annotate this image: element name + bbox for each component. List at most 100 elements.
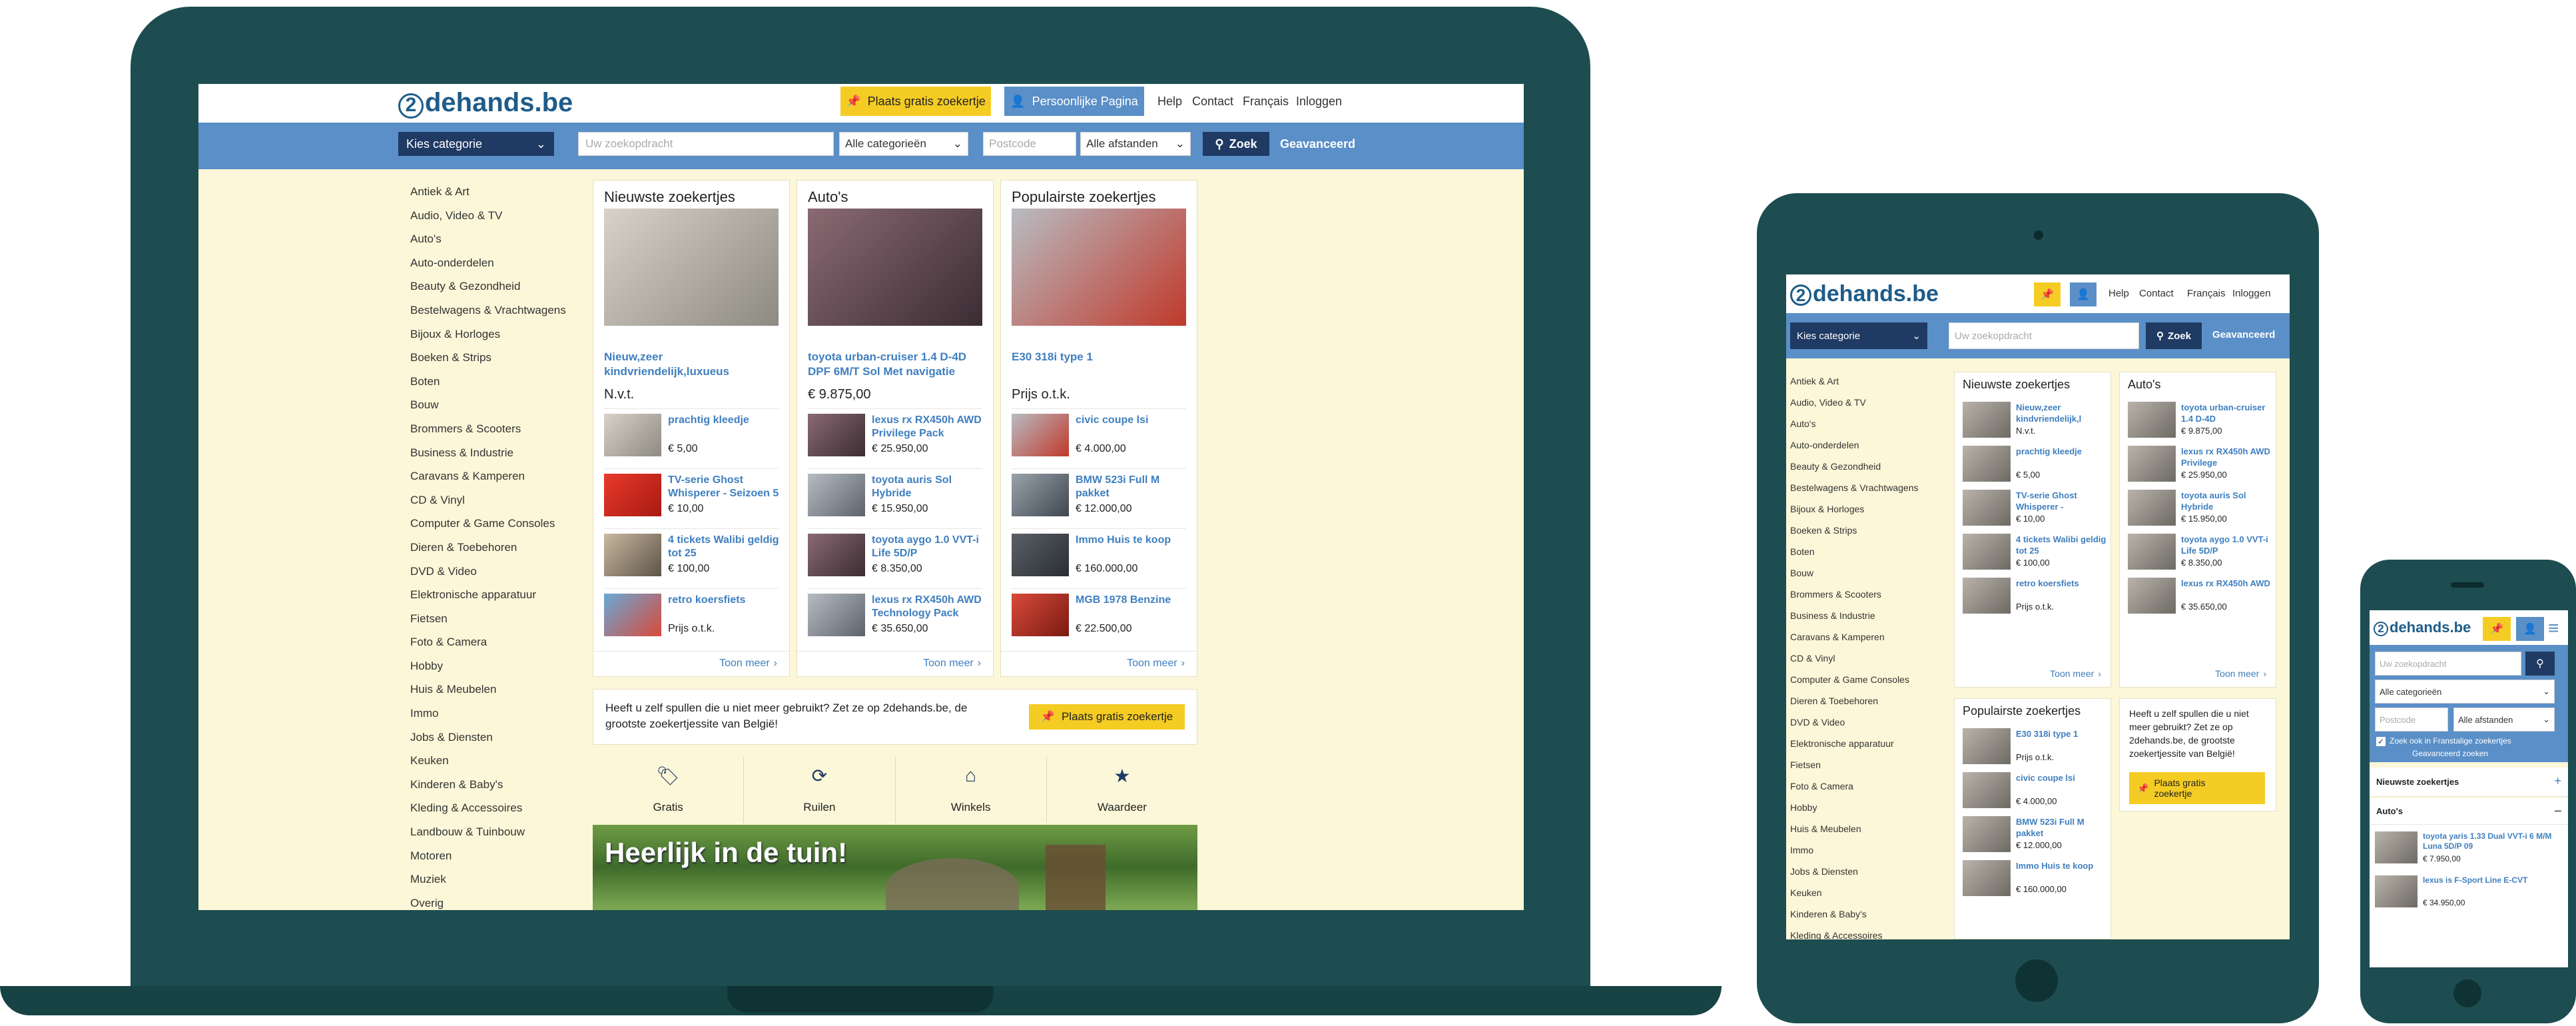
menu-icon[interactable]: ≡: [2548, 618, 2564, 638]
item-title[interactable]: toyota urban-cruiser 1.4 D-4D: [2181, 402, 2272, 424]
category-link[interactable]: Hobby: [1790, 797, 1950, 818]
category-link[interactable]: DVD & Video: [1790, 712, 1950, 733]
item-title[interactable]: retro koersfiets: [2016, 578, 2106, 589]
item-title[interactable]: Nieuw,zeer kindvriendelijk,l: [2016, 402, 2106, 424]
category-link[interactable]: Auto's: [410, 227, 597, 251]
category-link[interactable]: Bijoux & Horloges: [410, 322, 597, 346]
category-link[interactable]: Brommers & Scooters: [1790, 584, 1950, 605]
featured-image[interactable]: [604, 209, 779, 326]
tablet-home-button[interactable]: [2015, 959, 2058, 1002]
category-link[interactable]: Auto's: [1790, 413, 1950, 434]
category-link[interactable]: Huis & Meubelen: [410, 678, 597, 702]
item-thumbnail[interactable]: [808, 534, 865, 576]
category-link[interactable]: Beauty & Gezondheid: [1790, 456, 1950, 477]
tablet-logo[interactable]: 2 dehands.be: [1790, 281, 1939, 307]
category-link[interactable]: CD & Vinyl: [1790, 648, 1950, 669]
login-link[interactable]: Inloggen: [1296, 95, 1342, 109]
category-link[interactable]: Bouw: [1790, 562, 1950, 584]
category-link[interactable]: Computer & Game Consoles: [1790, 669, 1950, 690]
category-link[interactable]: Kinderen & Baby's: [410, 773, 597, 797]
item-title[interactable]: toyota aygo 1.0 VVT-i Life 5D/P: [2181, 534, 2272, 556]
item-title[interactable]: E30 318i type 1: [2016, 728, 2106, 740]
featured-image[interactable]: [808, 209, 982, 326]
feature-waardeer[interactable]: ★ Waardeer: [1047, 757, 1197, 823]
category-link[interactable]: Audio, Video & TV: [410, 204, 597, 228]
phone-section-newest[interactable]: Nieuwste zoekertjes +: [2370, 768, 2568, 797]
item-title[interactable]: retro koersfiets: [668, 594, 781, 607]
search-input[interactable]: Uw zoekopdracht: [2375, 652, 2521, 676]
category-link[interactable]: Bestelwagens & Vrachtwagens: [1790, 477, 1950, 498]
all-categories-select[interactable]: Alle categorieën ⌄: [2375, 680, 2555, 704]
postcode-input[interactable]: Postcode: [2375, 708, 2448, 732]
category-link[interactable]: Immo: [410, 702, 597, 726]
category-link[interactable]: Fietsen: [410, 607, 597, 631]
item-title[interactable]: civic coupe lsi: [2016, 772, 2106, 783]
category-link[interactable]: Keuken: [410, 749, 597, 773]
item-title[interactable]: BMW 523i Full M pakket: [2016, 816, 2106, 839]
category-link[interactable]: Elektronische apparatuur: [1790, 733, 1950, 754]
item-thumbnail[interactable]: [808, 414, 865, 456]
item-title[interactable]: lexus rx RX450h AWD Privilege Pack: [872, 414, 985, 440]
item-thumbnail[interactable]: [1963, 402, 2011, 438]
phone-post-ad-button[interactable]: 📌: [2483, 617, 2511, 641]
category-link[interactable]: CD & Vinyl: [410, 488, 597, 512]
category-link[interactable]: Jobs & Diensten: [410, 726, 597, 750]
help-link[interactable]: Help: [2108, 288, 2129, 299]
category-link[interactable]: Computer & Game Consoles: [410, 512, 597, 536]
item-thumbnail[interactable]: [808, 474, 865, 516]
show-more-link[interactable]: Toon meer ›: [719, 658, 777, 670]
featured-title[interactable]: toyota urban-cruiser 1.4 D-4D DPF 6M/T S…: [808, 350, 982, 379]
category-link[interactable]: Hobby: [410, 654, 597, 678]
login-link[interactable]: Inloggen: [2232, 288, 2271, 299]
item-title[interactable]: lexus is F-Sport Line E-CVT: [2423, 875, 2563, 885]
item-thumbnail[interactable]: [2128, 534, 2176, 570]
item-thumbnail[interactable]: [1963, 816, 2011, 852]
distance-select[interactable]: Alle afstanden ⌄: [1080, 132, 1191, 156]
logo[interactable]: 2 dehands.be: [398, 88, 573, 119]
category-link[interactable]: Caravans & Kamperen: [1790, 626, 1950, 648]
category-link[interactable]: Muziek: [410, 867, 597, 891]
item-thumbnail[interactable]: [1963, 578, 2011, 614]
category-link[interactable]: Immo: [1790, 839, 1950, 861]
tablet-user-button[interactable]: 👤: [2070, 282, 2096, 306]
francais-link[interactable]: Français: [2187, 288, 2226, 299]
category-link[interactable]: Dieren & Toebehoren: [1790, 690, 1950, 712]
item-title[interactable]: BMW 523i Full M pakket: [1076, 474, 1189, 500]
item-thumbnail[interactable]: [604, 414, 661, 456]
promo-post-button[interactable]: 📌 Plaats gratis zoekertje: [1029, 704, 1185, 730]
postcode-input[interactable]: Postcode: [983, 132, 1076, 156]
item-title[interactable]: lexus rx RX450h AWD Privilege: [2181, 446, 2272, 468]
item-title[interactable]: TV-serie Ghost Whisperer -: [2016, 490, 2106, 512]
item-thumbnail[interactable]: [1963, 534, 2011, 570]
category-link[interactable]: Business & Industrie: [1790, 605, 1950, 626]
featured-image[interactable]: [1012, 209, 1186, 326]
phone-user-button[interactable]: 👤: [2516, 617, 2544, 641]
category-link[interactable]: Antiek & Art: [410, 180, 597, 204]
francais-link[interactable]: Français: [1243, 95, 1289, 109]
post-ad-button[interactable]: 📌 Plaats gratis zoekertje: [840, 87, 991, 116]
advanced-search-link[interactable]: Geavanceerd zoeken: [2412, 749, 2488, 758]
category-link[interactable]: Landbouw & Tuinbouw: [410, 820, 597, 844]
item-thumbnail[interactable]: [2128, 402, 2176, 438]
item-title[interactable]: 4 tickets Walibi geldig tot 25: [2016, 534, 2106, 556]
search-button[interactable]: ⚲ Zoek: [2146, 322, 2202, 349]
tablet-post-ad-button[interactable]: 📌: [2034, 282, 2061, 306]
show-more-link[interactable]: Toon meer ›: [1127, 658, 1185, 670]
category-link[interactable]: Boeken & Strips: [410, 346, 597, 370]
contact-link[interactable]: Contact: [1192, 95, 1233, 109]
item-thumbnail[interactable]: [2128, 578, 2176, 614]
category-link[interactable]: Boten: [1790, 541, 1950, 562]
contact-link[interactable]: Contact: [2139, 288, 2174, 299]
category-link[interactable]: Caravans & Kamperen: [410, 464, 597, 488]
show-more-link[interactable]: Toon meer ›: [2050, 668, 2101, 679]
category-link[interactable]: Beauty & Gezondheid: [410, 274, 597, 298]
featured-title[interactable]: E30 318i type 1: [1012, 350, 1186, 364]
search-input[interactable]: Uw zoekopdracht: [578, 132, 834, 156]
item-thumbnail[interactable]: [1012, 474, 1069, 516]
category-link[interactable]: Elektronische apparatuur: [410, 583, 597, 607]
item-title[interactable]: toyota aygo 1.0 VVT-i Life 5D/P: [872, 534, 985, 560]
item-thumbnail[interactable]: [604, 474, 661, 516]
item-thumbnail[interactable]: [2375, 875, 2417, 907]
item-thumbnail[interactable]: [2128, 446, 2176, 482]
item-thumbnail[interactable]: [2375, 831, 2417, 863]
